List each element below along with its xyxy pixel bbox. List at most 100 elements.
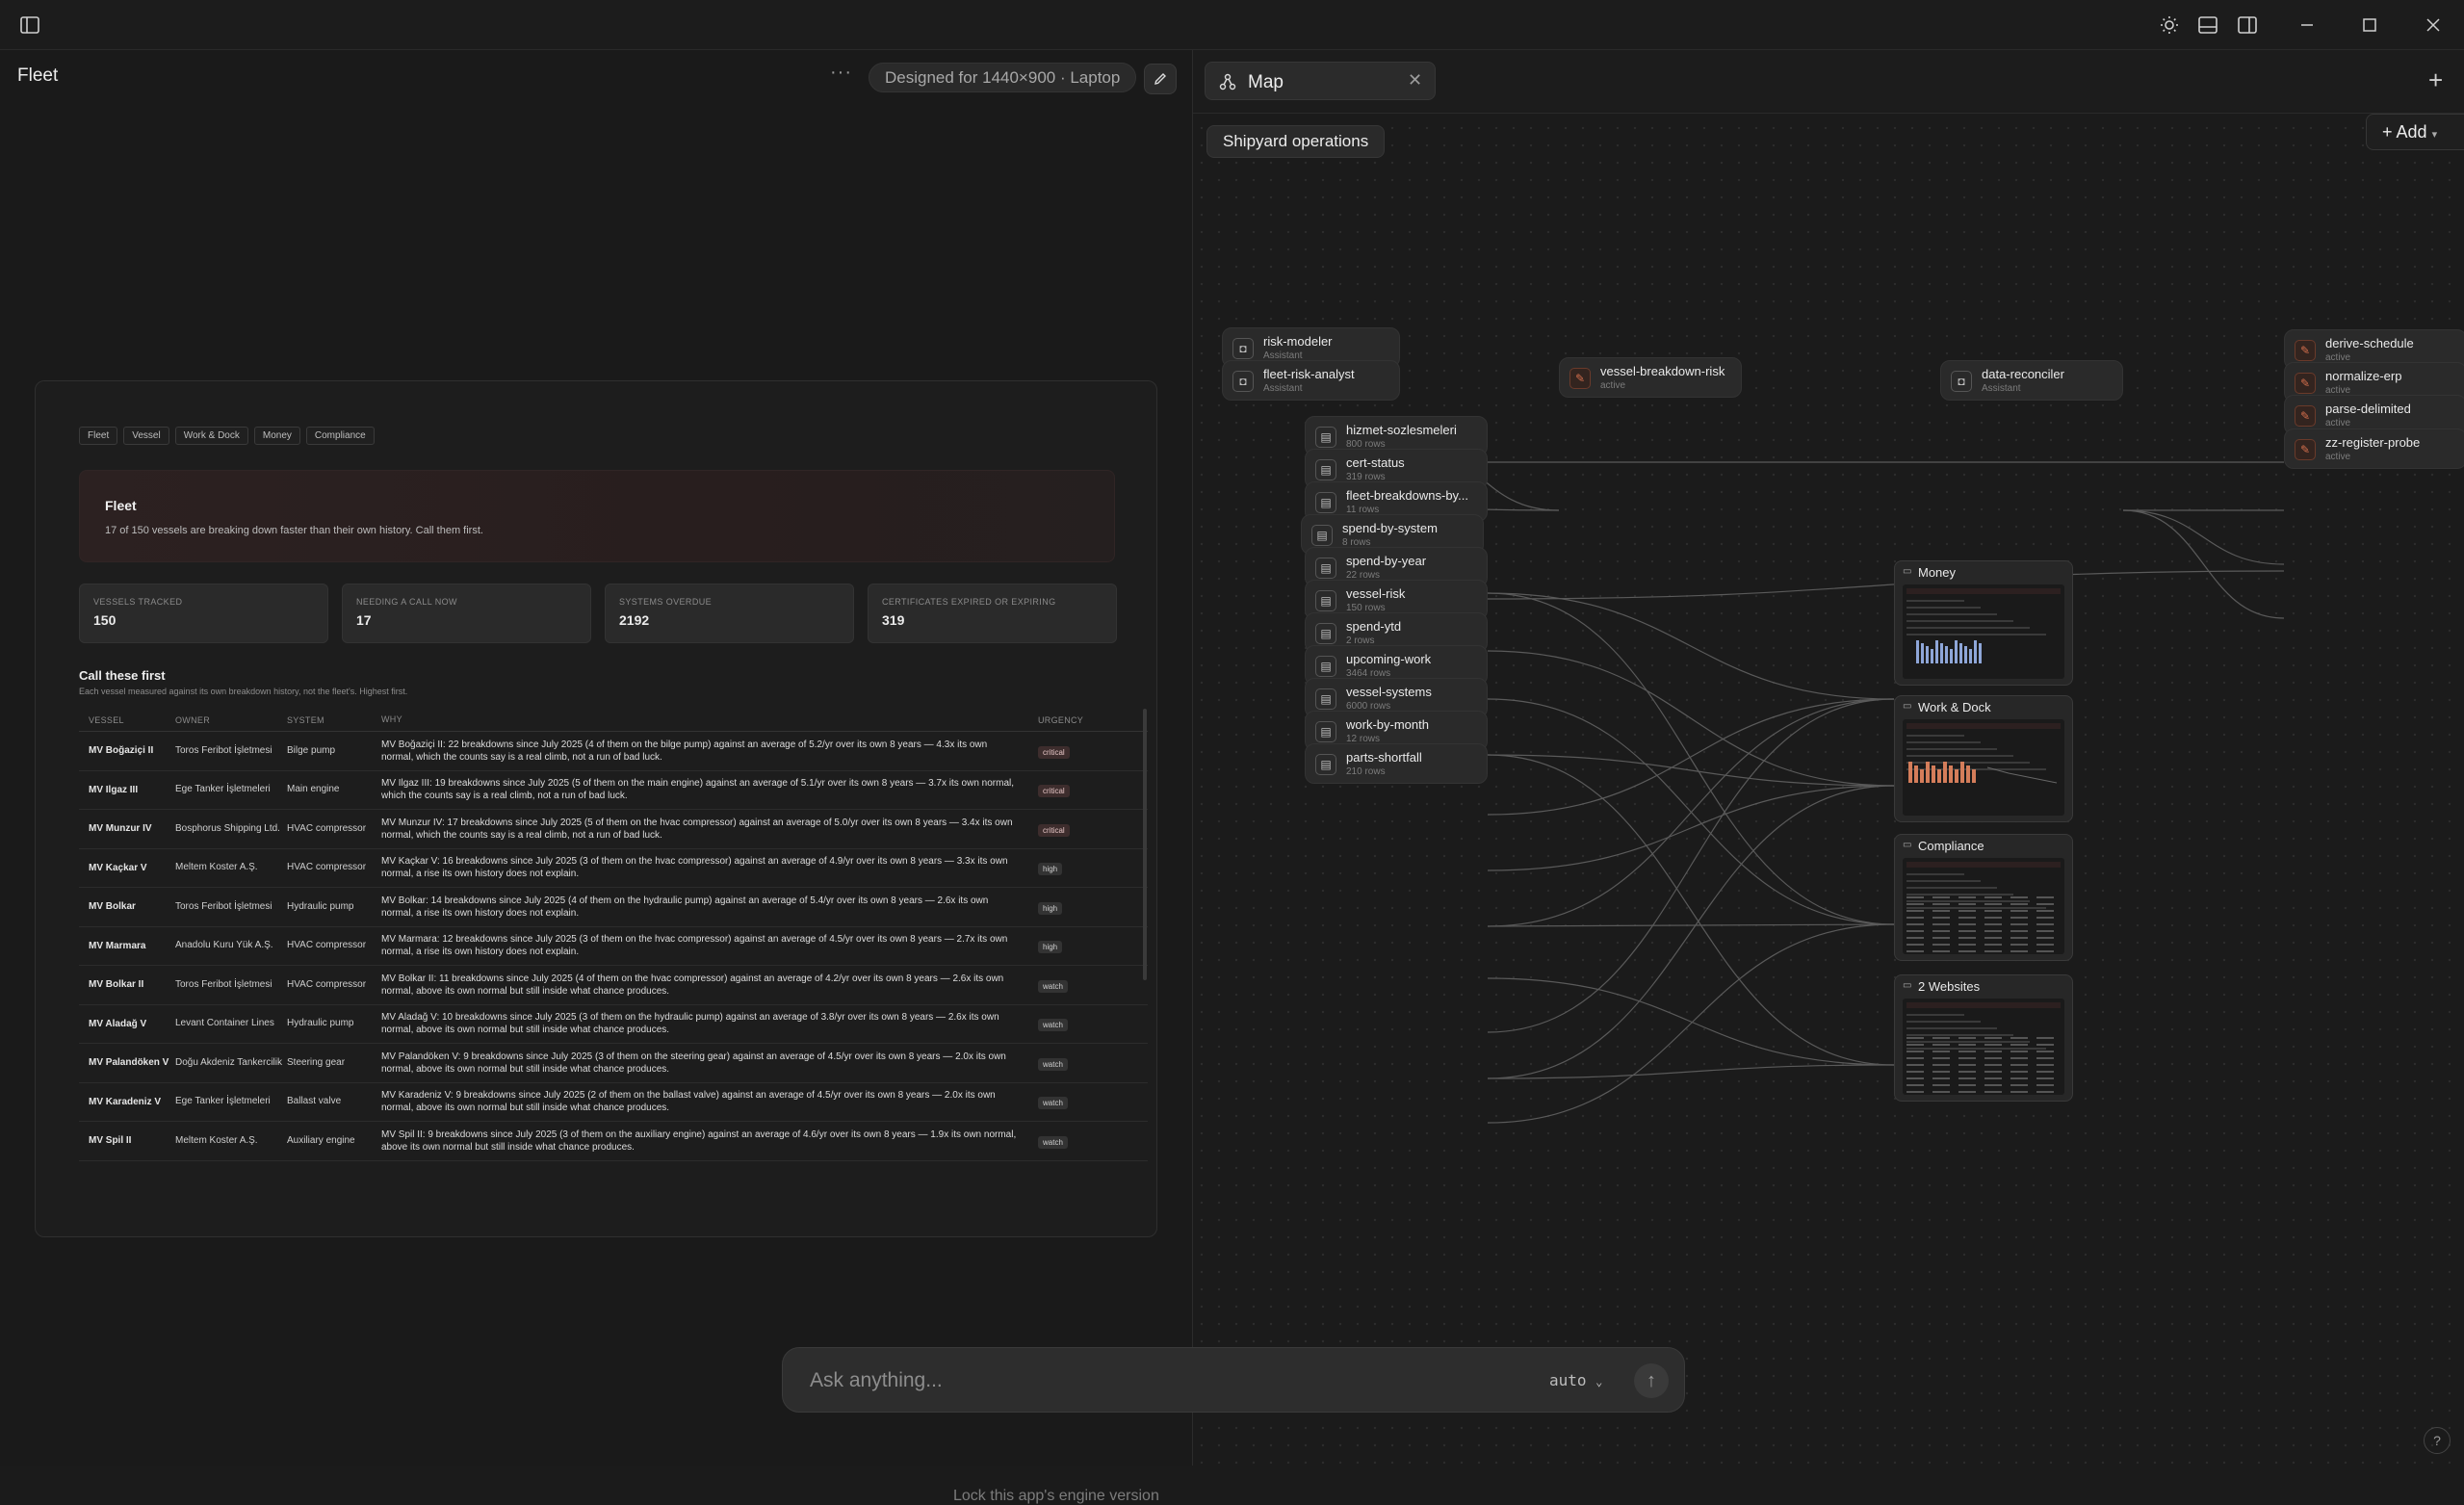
theme-sun-icon[interactable] [2158, 13, 2181, 37]
add-tab-button[interactable]: + [2428, 65, 2443, 95]
table-scrollbar[interactable] [1143, 709, 1147, 980]
node-subtitle: active [2325, 452, 2351, 462]
why-cell: MV Munzur IV: 17 breakdowns since July 2… [381, 817, 1013, 841]
why-cell: MV Bolkar: 14 breakdowns since July 2025… [381, 895, 989, 919]
table-row[interactable]: MV Bolkar Toros Feribot İşletmesi Hydrauli… [79, 888, 1148, 927]
table-row[interactable]: MV Kaçkar V Meltem Koster A.Ş. HVAC compre… [79, 849, 1148, 888]
nav-chip-vessel[interactable]: Vessel [123, 427, 169, 445]
lock-engine-link[interactable]: Lock this app's engine version [953, 1488, 1159, 1505]
edge [1487, 570, 2285, 600]
right-panel-icon[interactable] [2236, 13, 2259, 37]
minimize-icon[interactable] [2295, 13, 2319, 37]
edge [1487, 698, 1895, 925]
edge [1487, 923, 1895, 927]
tab-map[interactable]: Map ✕ [1205, 62, 1436, 100]
pane-title: Fleet [17, 65, 59, 86]
node-name: data-reconciler [1982, 367, 2064, 381]
node-name: spend-by-system [1342, 521, 1438, 535]
edge [2122, 509, 2285, 619]
table-row[interactable]: MV Marmara Anadolu Kuru Yük A.Ş. HVAC comp… [79, 927, 1148, 966]
edge [1487, 754, 1895, 1066]
nav-chip-money[interactable]: Money [253, 427, 300, 445]
hero-banner: Fleet 17 of 150 vessels are breaking dow… [79, 470, 1115, 562]
owner-cell: Doğu Akdeniz Tankercilik [175, 1056, 282, 1068]
urgency-cell: high [1032, 937, 1090, 954]
system-cell: Hydraulic pump [287, 1018, 354, 1029]
stat-card: SYSTEMS OVERDUE 2192 [605, 584, 854, 643]
owner-cell: Meltem Koster A.Ş. [175, 862, 258, 873]
dashboard-card[interactable]: ▭ Compliance [1894, 834, 2073, 961]
table-row[interactable]: MV Palandöken V Doğu Akdeniz Tankercilik S… [79, 1044, 1148, 1083]
node-name: risk-modeler [1263, 334, 1333, 349]
more-options-button[interactable]: ··· [830, 62, 852, 84]
node-parts-shortfall[interactable]: ▤ parts-shortfall 210 rows [1305, 743, 1488, 784]
app-preview-frame: Fleet Vessel Work & Dock Money Complianc… [35, 380, 1157, 1237]
node-name: vessel-breakdown-risk [1600, 364, 1725, 378]
table-row[interactable]: MV Spil II Meltem Koster A.Ş. Auxiliary en… [79, 1122, 1148, 1161]
chat-input[interactable]: Ask anything... [810, 1369, 943, 1392]
add-button-label: + Add [2382, 122, 2427, 142]
table-row[interactable]: MV Bolkar II Toros Feribot İşletmesi HVAC … [79, 966, 1148, 1005]
node-name: hizmet-sozlesmeleri [1346, 423, 1457, 437]
send-button[interactable]: ↑ [1634, 1363, 1669, 1398]
urgency-cell: watch [1032, 976, 1090, 994]
app-preview-pane: Fleet ··· Designed for 1440×900 · Laptop… [0, 50, 1192, 1504]
owner-cell: Levant Container Lines [175, 1018, 274, 1029]
why-cell: MV Spil II: 9 breakdowns since July 2025… [381, 1129, 1017, 1153]
vessel-cell: MV Ilgaz III [89, 784, 139, 795]
nav-chip-compliance[interactable]: Compliance [305, 427, 375, 445]
edge [1487, 923, 1895, 1124]
close-window-icon[interactable] [2422, 13, 2445, 37]
table-row[interactable]: MV Ilgaz III Ege Tanker İşletmeleri Main e… [79, 771, 1148, 810]
chevron-down-icon: ⌄ [1595, 1375, 1603, 1388]
table-row[interactable]: MV Boğaziçi II Toros Feribot İşletmesi Bil… [79, 732, 1148, 771]
node-zz-register-probe[interactable]: ✎ zz-register-probe active [2284, 428, 2464, 469]
bot-icon: ◘ [1232, 371, 1254, 392]
close-tab-icon[interactable]: ✕ [1408, 70, 1422, 91]
node-name: spend-by-year [1346, 554, 1427, 568]
node-fleet-risk-analyst[interactable]: ◘ fleet-risk-analyst Assistant [1222, 360, 1400, 401]
preview-nav: Fleet Vessel Work & Dock Money Complianc… [79, 427, 375, 445]
nav-chip-work-dock[interactable]: Work & Dock [174, 427, 248, 445]
sidebar-toggle-icon[interactable] [18, 13, 41, 37]
table-row[interactable]: MV Aladağ V Levant Container Lines Hydraul… [79, 1005, 1148, 1044]
urgency-badge: high [1038, 863, 1063, 876]
node-name: upcoming-work [1346, 652, 1432, 666]
table-header: VESSEL OWNER SYSTEM WHY URGENCY [79, 709, 1148, 732]
table-row[interactable]: MV Karadeniz V Ege Tanker İşletmeleri Ball… [79, 1083, 1148, 1122]
urgency-cell: critical [1032, 820, 1090, 838]
stat-cards: VESSELS TRACKED 150 NEEDING A CALL NOW 17 … [79, 584, 1117, 643]
hero-subtitle: 17 of 150 vessels are breaking down fast… [105, 525, 483, 536]
node-data-reconciler[interactable]: ◘ data-reconciler Assistant [1940, 360, 2123, 401]
add-node-button[interactable]: + Add ▾ [2366, 114, 2464, 150]
table-icon: ▤ [1315, 623, 1336, 644]
node-subtitle: Assistant [1263, 383, 1303, 394]
stat-value: 150 [93, 612, 117, 628]
table-row[interactable]: MV Munzur IV Bosphorus Shipping Ltd. HVAC … [79, 810, 1148, 849]
dashboard-card[interactable]: ▭ Work & Dock [1894, 695, 2073, 822]
dashboard-card[interactable]: ▭ Money [1894, 560, 2073, 686]
urgency-badge: watch [1038, 1097, 1068, 1110]
help-icon[interactable]: ? [2424, 1427, 2451, 1454]
card-thumbnail [1903, 719, 2064, 816]
viewport-badge[interactable]: Designed for 1440×900 · Laptop [869, 63, 1137, 92]
breadcrumb[interactable]: Shipyard operations [1206, 125, 1386, 158]
edge [1487, 1064, 1895, 1079]
model-mode-select[interactable]: auto ⌄ [1549, 1371, 1602, 1389]
node-subtitle: 210 rows [1346, 766, 1386, 777]
node-vessel-breakdown-risk[interactable]: ✎ vessel-breakdown-risk active [1559, 357, 1742, 398]
why-cell: MV Ilgaz III: 19 breakdowns since July 2… [381, 778, 1015, 802]
edit-button[interactable] [1144, 64, 1177, 94]
table-icon: ▤ [1315, 492, 1336, 513]
nav-chip-fleet[interactable]: Fleet [79, 427, 118, 445]
card-title: Compliance [1918, 839, 1984, 853]
table-icon: ▤ [1315, 754, 1336, 775]
node-name: zz-register-probe [2325, 435, 2421, 450]
maximize-icon[interactable] [2358, 13, 2381, 37]
node-name: cert-status [1346, 455, 1405, 470]
card-title: Money [1918, 565, 1957, 580]
bottom-panel-icon[interactable] [2196, 13, 2219, 37]
stat-label: CERTIFICATES EXPIRED OR EXPIRING [882, 597, 1056, 607]
system-cell: Steering gear [287, 1056, 346, 1068]
dashboard-card[interactable]: ▭ 2 Websites [1894, 974, 2073, 1102]
